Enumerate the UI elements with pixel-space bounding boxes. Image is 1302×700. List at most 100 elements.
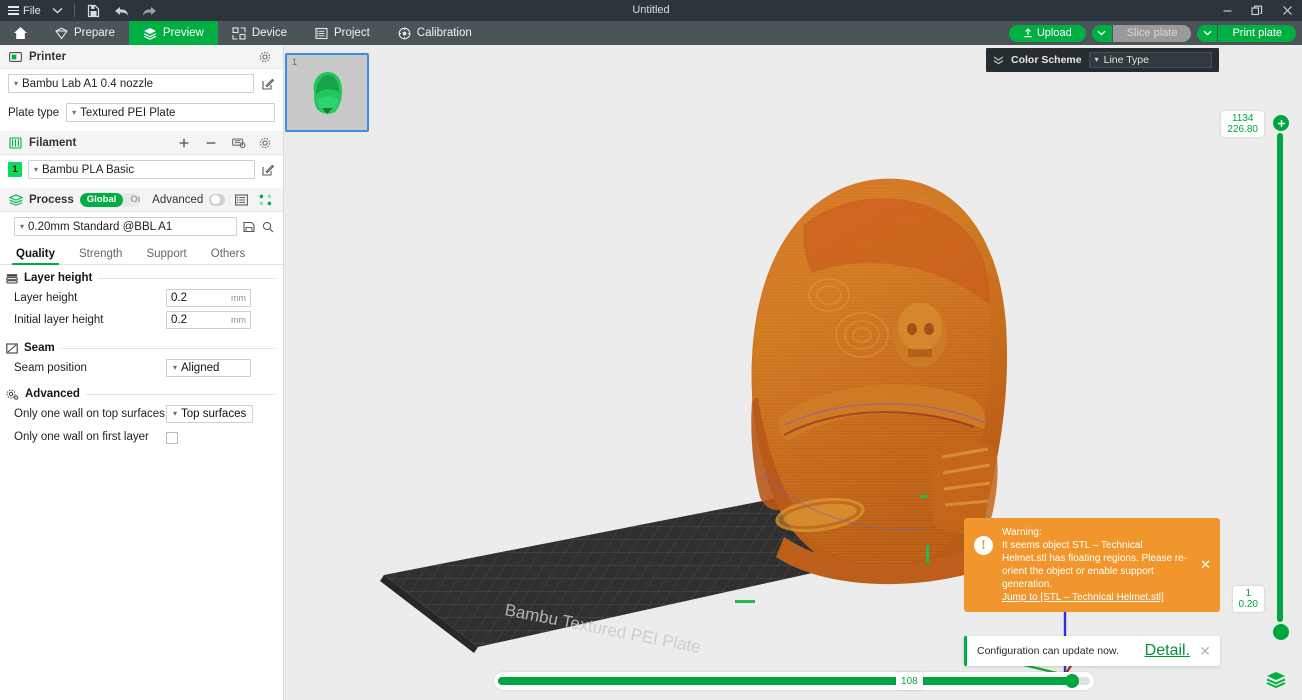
title-bar-left-tools: File [0,0,164,21]
warning-close-icon[interactable]: ✕ [1197,557,1214,573]
layers-view-toggle-button[interactable] [1264,668,1288,692]
filament-settings-gear-icon[interactable] [256,137,274,149]
print-plate-button[interactable]: Print plate [1218,25,1296,42]
slice-plate-button[interactable]: Slice plate [1113,25,1192,42]
layer-slider-bottom-tooltip: 1 0.20 [1233,586,1264,612]
move-slider-handle[interactable] [1065,674,1079,688]
project-icon [315,27,328,40]
printer-section-title: Printer [29,51,66,63]
checkbox-one-wall-first-layer[interactable] [166,432,178,444]
tab-calibration[interactable]: Calibration [384,21,486,45]
seam-icon [6,343,18,354]
process-icon [9,194,23,206]
layer-slider-top-layer: 1134 [1227,113,1258,124]
printer-model-row: ▾ Bambu Lab A1 0.4 nozzle [0,69,283,98]
field-label-seam-position: Seam position [14,362,166,375]
compare-presets-icon[interactable] [257,194,274,206]
process-scope-global[interactable]: Global [80,193,124,207]
plate-thumbnail-1[interactable]: 1 [285,53,369,132]
file-menu-button[interactable]: File [0,0,47,21]
print-plate-dropdown-icon[interactable] [1197,25,1217,42]
filament-ams-icon[interactable] [229,137,249,149]
plate-type-select[interactable]: ▾ Textured PEI Plate [66,103,275,122]
slice-plate-label: Slice plate [1127,27,1178,39]
chevron-down-icon: ▾ [173,364,177,372]
layer-slider-track[interactable] [1277,133,1283,622]
chevron-down-icon[interactable] [47,0,69,21]
input-initial-layer-height[interactable]: 0.2 mm [166,311,251,329]
process-scope-toggle[interactable]: Global Objects [80,193,140,207]
parameter-list-icon[interactable] [231,194,251,206]
filament-add-button[interactable] [175,137,193,149]
input-initial-layer-height-value: 0.2 [171,314,187,326]
input-layer-height[interactable]: 0.2 mm [166,289,251,307]
process-preset-value: 0.20mm Standard @BBL A1 [28,221,172,233]
printer-settings-gear-icon[interactable] [256,51,274,63]
field-one-wall-top-surfaces: Only one wall on top surfaces ▾ Top surf… [0,403,283,425]
field-layer-height: Layer height 0.2 mm [0,287,283,309]
advanced-toggle[interactable] [209,194,225,206]
restore-icon[interactable] [1242,0,1272,21]
move-slider-horizontal[interactable] [494,672,1094,690]
field-seam-position: Seam position ▾ Aligned [0,357,283,379]
warning-jump-link[interactable]: Jump to [STL – Technical Helmet.stl] [1002,591,1164,604]
filament-icon [9,137,22,149]
select-one-wall-top-surfaces[interactable]: ▾ Top surfaces [166,405,253,423]
process-tab-quality[interactable]: Quality [4,248,67,264]
filament-index-badge[interactable]: 1 [8,162,22,177]
plate-action-buttons: Upload Slice plate Print plate [1009,21,1296,45]
group-header-layer-height: Layer height [0,265,283,287]
color-scheme-collapse-icon[interactable] [993,56,1004,65]
process-tab-others[interactable]: Others [199,248,258,264]
tab-device[interactable]: Device [218,21,301,45]
save-preset-icon[interactable] [242,221,256,233]
3d-viewport[interactable]: Bambu Textured PEI Plate [284,45,1302,700]
redo-icon[interactable] [136,0,164,21]
upload-label: Upload [1037,27,1072,39]
tab-preview[interactable]: Preview [129,21,218,45]
close-icon[interactable] [1272,0,1302,21]
minimize-icon[interactable] [1212,0,1242,21]
upload-button[interactable]: Upload [1009,25,1086,42]
hamburger-icon [8,6,19,15]
move-slider-value: 108 [896,672,923,690]
printer-model-select[interactable]: ▾ Bambu Lab A1 0.4 nozzle [8,74,254,93]
tab-project[interactable]: Project [301,21,384,45]
process-tab-strength[interactable]: Strength [67,248,134,264]
color-scheme-panel: Color Scheme ▾ Line Type [986,48,1219,72]
calibration-icon [398,27,411,40]
new-file-icon[interactable] [80,0,108,21]
group-title-seam: Seam [24,342,55,354]
printer-section-header: Printer [0,45,283,69]
color-scheme-select[interactable]: ▾ Line Type [1089,52,1212,68]
move-slider-track[interactable] [498,677,1090,685]
process-scope-objects[interactable]: Objects [123,193,140,207]
filament-remove-button[interactable] [200,137,222,149]
layer-slider-top-handle[interactable] [1273,115,1289,131]
layer-slider-vertical[interactable]: 1134 226.80 1 0.20 [1274,115,1286,640]
process-preset-row: ▾ 0.20mm Standard @BBL A1 [0,212,283,241]
search-preset-icon[interactable] [261,221,275,233]
tab-preview-label: Preview [163,27,204,39]
printer-model-value: Bambu Lab A1 0.4 nozzle [22,78,153,90]
process-tab-support[interactable]: Support [134,248,198,264]
home-button[interactable] [0,21,41,45]
filament-edit-icon[interactable] [261,164,275,176]
info-close-icon[interactable]: ✕ [1196,642,1214,660]
window-controls [1212,0,1302,21]
filament-section-header: Filament [0,131,283,155]
home-icon [13,26,28,40]
select-seam-position[interactable]: ▾ Aligned [166,359,251,377]
filament-select[interactable]: ▾ Bambu PLA Basic [28,160,255,179]
tab-prepare[interactable]: Prepare [41,21,129,45]
process-preset-select[interactable]: ▾ 0.20mm Standard @BBL A1 [14,217,237,236]
layer-slider-bottom-handle[interactable] [1273,624,1289,640]
printer-edit-icon[interactable] [261,78,275,90]
process-section-title: Process [29,194,74,206]
chevron-down-icon: ▾ [173,410,177,418]
undo-icon[interactable] [108,0,136,21]
input-layer-height-value: 0.2 [171,292,187,304]
slice-plate-dropdown-icon[interactable] [1092,25,1112,42]
layer-height-icon [6,273,18,284]
info-detail-link[interactable]: Detail. [1145,642,1190,660]
